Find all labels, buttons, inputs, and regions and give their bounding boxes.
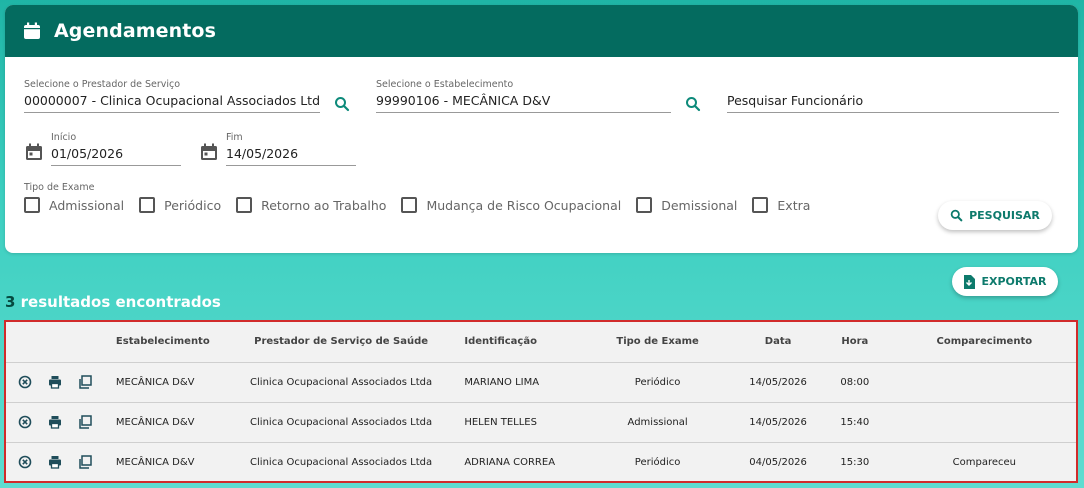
exam-type-checkboxes: Admissional Periódico Retorno ao Trabalh… — [24, 197, 825, 213]
calendar-icon — [24, 22, 40, 39]
results-count: 3 resultados encontrados — [5, 293, 221, 311]
cell-prestador: Clinica Ocupacional Associados Ltda — [217, 362, 465, 403]
copy-icon[interactable] — [78, 375, 92, 389]
cell-identificacao: HELEN TELLES — [464, 402, 577, 443]
table-row: MECÂNICA D&V Clinica Ocupacional Associa… — [6, 442, 1076, 482]
calendar-start-icon[interactable] — [25, 143, 43, 161]
cell-hora: 15:30 — [840, 456, 870, 468]
cell-tipo: Admissional — [576, 402, 740, 443]
column-hora[interactable]: Hora — [817, 322, 893, 363]
page-title: Agendamentos — [54, 20, 216, 42]
search-button[interactable]: PESQUISAR — [938, 201, 1052, 230]
column-tipo-exame[interactable]: Tipo de Exame — [576, 322, 740, 363]
provider-value[interactable]: 00000007 - Clinica Ocupacional Associado… — [24, 91, 320, 113]
provider-search-icon[interactable] — [334, 96, 350, 112]
checkbox-demissional[interactable]: Demissional — [636, 197, 737, 213]
exam-type-label: Tipo de Exame — [24, 182, 95, 193]
employee-search[interactable]: Pesquisar Funcionário — [727, 91, 1059, 113]
export-button[interactable]: EXPORTAR — [952, 267, 1058, 296]
establishment-search-icon[interactable] — [685, 96, 701, 112]
end-date-value[interactable]: 14/05/2026 — [226, 144, 356, 166]
cell-comparecimento — [892, 402, 1076, 443]
checkbox-extra[interactable]: Extra — [752, 197, 810, 213]
appointments-table: Estabelecimento Prestador de Serviço de … — [4, 320, 1078, 483]
cell-data: 14/05/2026 — [739, 362, 817, 403]
checkbox-periodico[interactable]: Periódico — [139, 197, 221, 213]
cell-estabelecimento: MECÂNICA D&V — [115, 362, 218, 403]
cell-hora: 08:00 — [817, 362, 893, 403]
checkbox-mudanca-de-risco[interactable]: Mudança de Risco Ocupacional — [401, 197, 621, 213]
cell-estabelecimento: MECÂNICA D&V — [115, 402, 218, 443]
end-date-label: Fim — [226, 132, 243, 143]
results-text: resultados encontrados — [15, 293, 221, 311]
cell-tipo: Periódico — [634, 456, 681, 468]
calendar-end-icon[interactable] — [200, 143, 218, 161]
column-comparecimento[interactable]: Comparecimento — [892, 322, 1076, 363]
column-estabelecimento[interactable]: Estabelecimento — [115, 322, 218, 363]
table-row: MECÂNICA D&V Clinica Ocupacional Associa… — [6, 362, 1076, 403]
print-icon[interactable] — [48, 415, 62, 429]
print-icon[interactable] — [48, 455, 62, 469]
cell-prestador: Clinica Ocupacional Associados Ltda — [250, 456, 433, 468]
filters-card: Agendamentos Selecione o Prestador de Se… — [5, 5, 1078, 253]
column-prestador[interactable]: Prestador de Serviço de Saúde — [217, 322, 465, 363]
cell-estabelecimento: MECÂNICA D&V — [115, 456, 195, 468]
column-data[interactable]: Data — [739, 322, 817, 363]
copy-icon[interactable] — [78, 415, 92, 429]
provider-label: Selecione o Prestador de Serviço — [24, 79, 181, 90]
column-actions — [6, 322, 116, 363]
start-date-label: Início — [51, 132, 77, 143]
search-button-label: PESQUISAR — [969, 209, 1040, 222]
cell-data: 04/05/2026 — [749, 456, 807, 468]
export-file-icon — [964, 274, 976, 289]
cell-data: 14/05/2026 — [739, 402, 817, 443]
employee-search-input[interactable]: Pesquisar Funcionário — [727, 91, 1059, 113]
cell-hora: 15:40 — [817, 402, 893, 443]
cancel-icon[interactable] — [18, 415, 32, 429]
cell-identificacao: MARIANO LIMA — [464, 362, 577, 403]
table-row: MECÂNICA D&V Clinica Ocupacional Associa… — [6, 402, 1076, 443]
row-actions — [6, 402, 116, 443]
cell-comparecimento: Compareceu — [952, 456, 1016, 468]
end-date[interactable]: Fim 14/05/2026 — [226, 132, 356, 166]
establishment-label: Selecione o Estabelecimento — [376, 79, 514, 90]
start-date[interactable]: Início 01/05/2026 — [51, 132, 181, 166]
export-button-label: EXPORTAR — [981, 275, 1047, 288]
checkbox-retorno-ao-trabalho[interactable]: Retorno ao Trabalho — [236, 197, 386, 213]
cell-tipo: Periódico — [576, 362, 740, 403]
results-number: 3 — [5, 293, 16, 311]
cell-identificacao: ADRIANA CORREA — [464, 456, 556, 468]
table-header-row: Estabelecimento Prestador de Serviço de … — [6, 322, 1076, 363]
card-header: Agendamentos — [5, 5, 1078, 57]
cell-comparecimento — [892, 362, 1076, 403]
copy-icon[interactable] — [78, 455, 92, 469]
cancel-icon[interactable] — [18, 375, 32, 389]
row-actions — [6, 442, 116, 482]
establishment-value[interactable]: 99990106 - MECÂNICA D&V — [376, 91, 671, 113]
print-icon[interactable] — [48, 375, 62, 389]
cancel-icon[interactable] — [18, 455, 32, 469]
establishment-select[interactable]: Selecione o Estabelecimento 99990106 - M… — [376, 79, 671, 113]
row-actions — [6, 362, 116, 403]
cell-prestador: Clinica Ocupacional Associados Ltda — [217, 402, 465, 443]
checkbox-admissional[interactable]: Admissional — [24, 197, 124, 213]
search-icon — [950, 209, 963, 222]
column-identificacao[interactable]: Identificação — [464, 322, 577, 363]
provider-select[interactable]: Selecione o Prestador de Serviço 0000000… — [24, 79, 320, 113]
start-date-value[interactable]: 01/05/2026 — [51, 144, 181, 166]
